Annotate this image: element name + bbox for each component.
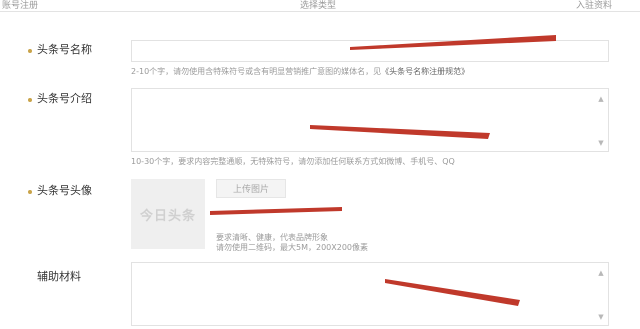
annotation-arrow bbox=[210, 207, 342, 215]
annotation-arrows bbox=[210, 35, 556, 306]
annotation-arrow bbox=[385, 279, 520, 306]
annotation-arrow bbox=[350, 35, 556, 50]
annotation-arrow bbox=[310, 125, 490, 139]
